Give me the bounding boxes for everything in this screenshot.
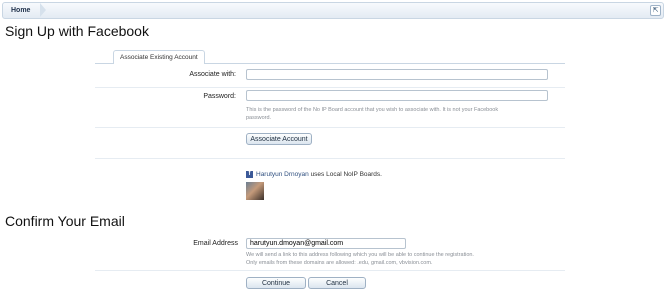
- expand-icon[interactable]: ⇱: [650, 5, 661, 16]
- password-hint-line-2: password.: [246, 114, 272, 121]
- associate-with-input[interactable]: [246, 69, 548, 80]
- signup-title: Sign Up with Facebook: [5, 23, 149, 39]
- breadcrumb-home-link[interactable]: Home: [3, 3, 47, 18]
- email-hint-line-2: Only emails from these domains are allow…: [246, 259, 433, 266]
- email-address-label: Email Address: [193, 240, 238, 247]
- facebook-icon: f: [246, 171, 253, 178]
- row-divider: [95, 87, 565, 88]
- confirm-email-title: Confirm Your Email: [5, 213, 125, 229]
- tab-associate-existing-account[interactable]: Associate Existing Account: [113, 50, 205, 64]
- associate-with-label: Associate with:: [189, 71, 236, 78]
- facebook-user-suffix: uses Local NoIP Boards.: [310, 171, 382, 179]
- email-address-input[interactable]: [246, 238, 406, 249]
- row-divider: [95, 127, 565, 128]
- cancel-button[interactable]: Cancel: [308, 277, 366, 289]
- password-input[interactable]: [246, 90, 548, 101]
- associate-account-button[interactable]: Associate Account: [246, 133, 312, 145]
- password-hint: This is the password of the No IP Board …: [246, 107, 498, 122]
- facebook-user-line: f Harutyun Drnoyan uses Local NoIP Boards…: [246, 171, 382, 178]
- row-divider: [95, 270, 565, 271]
- facebook-user-name[interactable]: Harutyun Drnoyan: [256, 171, 309, 178]
- password-label: Password:: [203, 93, 236, 100]
- email-hint-line-1: We will send a link to this address foll…: [246, 252, 474, 258]
- row-divider: [95, 158, 565, 159]
- continue-button[interactable]: Continue: [246, 277, 306, 289]
- email-hint: We will send a link to this address foll…: [246, 252, 474, 267]
- avatar[interactable]: [246, 182, 264, 200]
- password-hint-line-1: This is the password of the No IP Board …: [246, 107, 499, 113]
- breadcrumb: Home ⇱: [2, 2, 664, 19]
